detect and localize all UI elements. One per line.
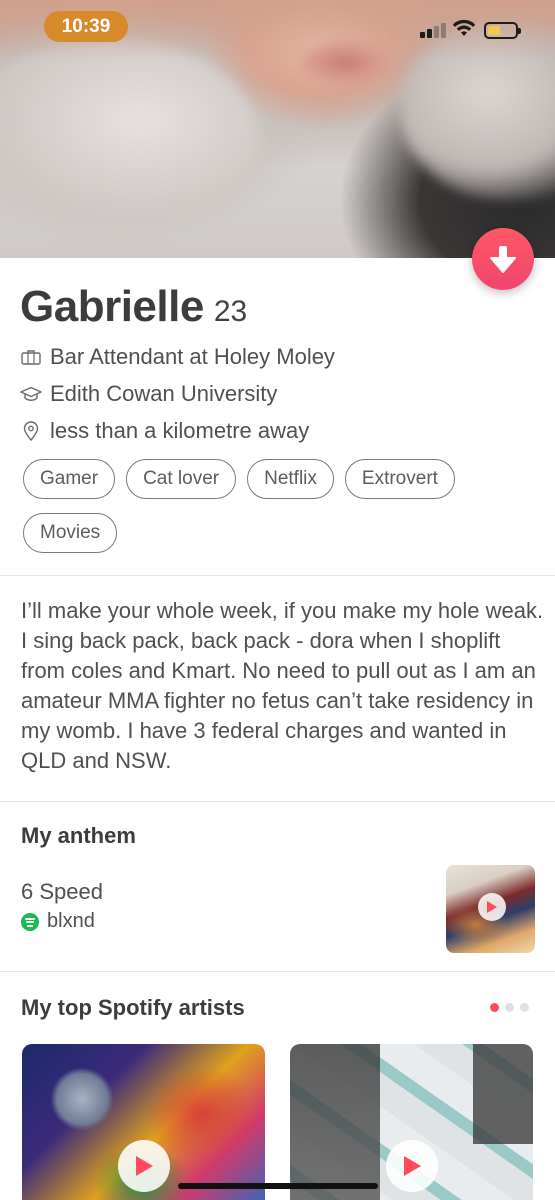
play-icon [487,901,497,913]
artists-pager[interactable] [490,1003,529,1012]
pager-dot[interactable] [505,1003,514,1012]
collapse-profile-button[interactable] [472,228,534,290]
profile-info: Gabrielle 23 Bar Attendant at Holey Mole… [20,282,535,449]
profile-name: Gabrielle [20,282,204,331]
anthem-artist-row: blxnd [21,910,95,933]
briefcase-icon [20,346,42,368]
anthem-artist: blxnd [47,910,95,932]
anthem-song-title: 6 Speed [21,879,103,904]
profile-bio: I’ll make your whole week, if you make m… [21,598,544,773]
play-icon [404,1156,421,1176]
distance-row: less than a kilometre away [20,412,535,449]
pager-dot-active[interactable] [490,1003,499,1012]
divider [0,971,555,972]
profile-age: 23 [213,295,248,328]
name-row: Gabrielle 23 [20,282,535,338]
interest-chips: Gamer Cat lover Netflix Extrovert Movies [23,459,535,553]
cellular-signal-icon [420,22,448,38]
distance-text: less than a kilometre away [50,417,310,443]
wifi-icon [452,18,476,38]
status-bar: 10:39 [0,0,555,56]
pager-dot[interactable] [520,1003,529,1012]
top-artists-section-title: My top Spotify artists [21,995,245,1020]
interest-chip[interactable]: Gamer [23,459,116,499]
play-icon [136,1156,153,1176]
divider [0,801,555,802]
home-indicator[interactable] [178,1183,378,1189]
job-row: Bar Attendant at Holey Moley [20,338,535,375]
location-pin-icon [20,420,42,442]
divider [0,575,555,576]
interest-chip[interactable]: Cat lover [126,459,237,499]
anthem-play-button[interactable] [478,893,506,921]
anthem-section-title: My anthem [21,823,136,848]
graduation-cap-icon [20,383,42,405]
interest-chip[interactable]: Netflix [247,459,334,499]
photo-hair-left [0,40,260,240]
school-text: Edith Cowan University [50,380,278,406]
artist-play-button[interactable] [386,1140,438,1192]
status-time: 10:39 [44,11,128,42]
spotify-icon [21,912,39,931]
school-row: Edith Cowan University [20,375,535,412]
battery-icon [484,22,521,39]
artist-play-button[interactable] [118,1140,170,1192]
interest-chip[interactable]: Movies [23,513,118,553]
job-text: Bar Attendant at Holey Moley [50,343,335,369]
interest-chip[interactable]: Extrovert [344,459,455,499]
arrow-down-icon [490,246,516,273]
